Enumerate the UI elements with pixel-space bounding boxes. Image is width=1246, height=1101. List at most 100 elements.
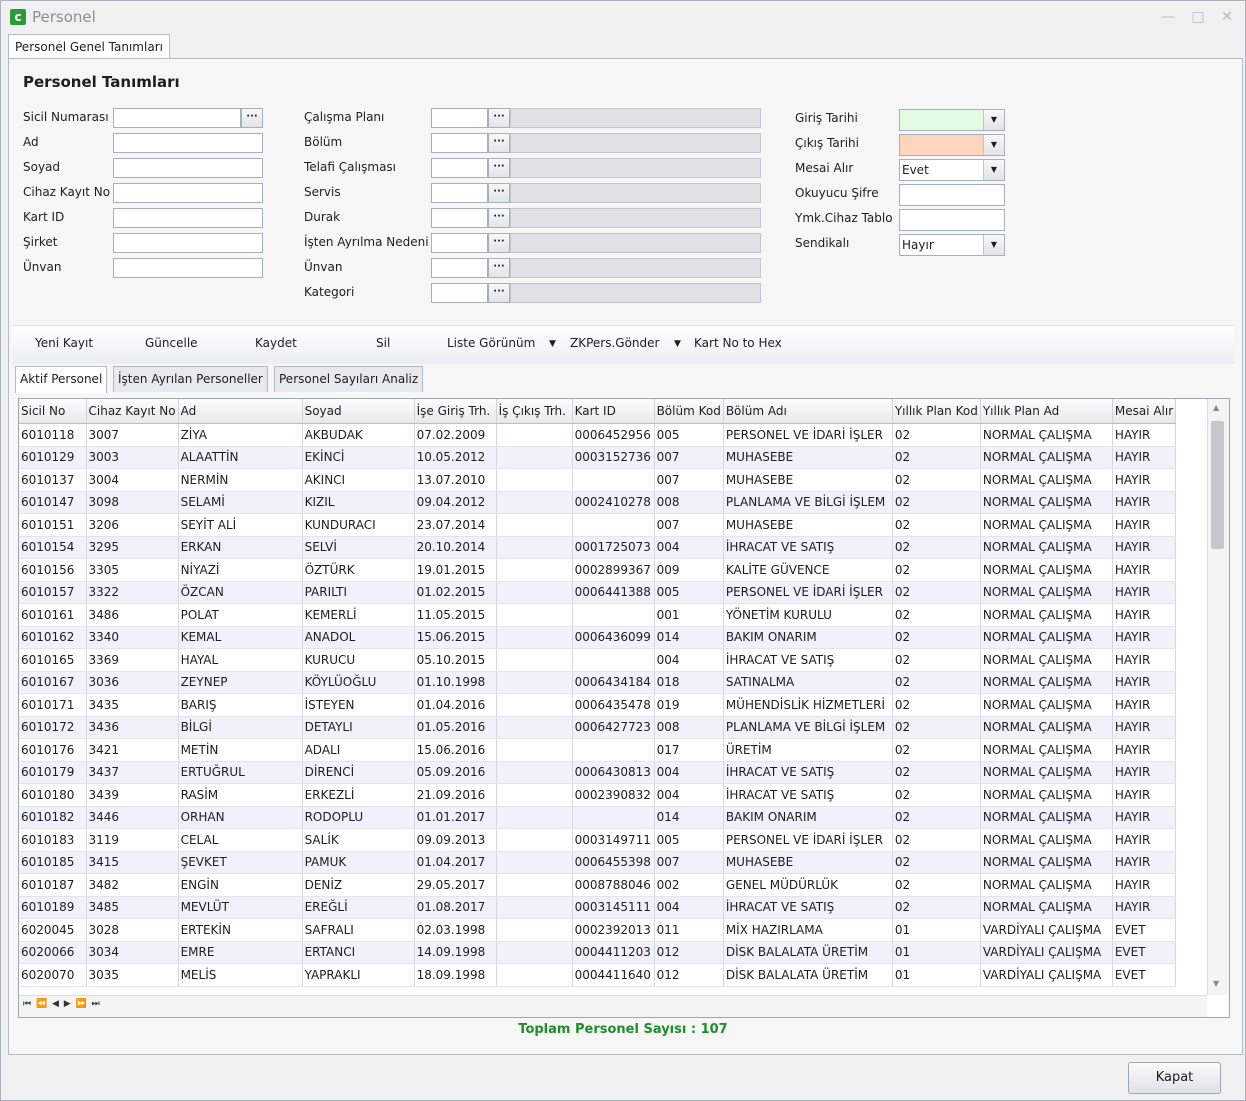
table-cell[interactable]: 07.02.2009 (414, 423, 497, 447)
table-row[interactable]: 6010165 3369 HAYAL KURUCU 05.10.2015 004 İHRAC… (19, 648, 1177, 672)
table-cell[interactable]: 3007 (86, 423, 179, 447)
vertical-scrollbar[interactable]: ▲ ▼ (1207, 399, 1229, 995)
table-cell[interactable]: NORMAL ÇALIŞMA (980, 648, 1113, 672)
table-cell[interactable]: 11.05.2015 (414, 603, 497, 627)
table-cell[interactable]: BAKIM ONARIM (723, 806, 893, 829)
table-cell[interactable]: HAYAL (178, 648, 303, 672)
table-cell[interactable]: EVET (1112, 918, 1177, 942)
table-cell[interactable]: 019 (654, 693, 724, 717)
table-cell[interactable]: NORMAL ÇALIŞMA (980, 491, 1113, 514)
table-cell[interactable]: 01 (892, 918, 981, 942)
table-row[interactable]: 6010156 3305 NİYAZİ ÖZTÜRK 19.01.2015 0002899… (19, 558, 1177, 582)
table-cell[interactable] (496, 761, 573, 784)
table-cell[interactable]: 6010183 (19, 828, 87, 852)
table-cell[interactable]: ALAATTİN (178, 446, 303, 469)
table-cell[interactable]: 3322 (86, 581, 179, 604)
form-input[interactable] (113, 208, 263, 228)
table-cell[interactable]: 005 (654, 423, 724, 447)
table-cell[interactable]: NERMİN (178, 468, 303, 492)
table-cell[interactable]: HAYIR (1112, 671, 1177, 694)
table-cell[interactable]: 09.09.2013 (414, 828, 497, 852)
table-cell[interactable]: NORMAL ÇALIŞMA (980, 581, 1113, 604)
table-cell[interactable]: EVET (1112, 941, 1177, 964)
table-cell[interactable]: 005 (654, 581, 724, 604)
table-cell[interactable]: KALİTE GÜVENCE (723, 558, 893, 582)
table-cell[interactable]: 23.07.2014 (414, 513, 497, 537)
table-cell[interactable]: 0003145111 (572, 896, 655, 919)
table-cell[interactable]: 05.09.2016 (414, 761, 497, 784)
table-cell[interactable]: 0006434184 (572, 671, 655, 694)
table-cell[interactable]: 02 (892, 558, 981, 582)
table-cell[interactable]: 15.06.2015 (414, 626, 497, 649)
table-cell[interactable] (572, 468, 655, 492)
table-cell[interactable]: 02 (892, 423, 981, 447)
table-row[interactable]: 6020045 3028 ERTEKİN SAFRALI 02.03.1998 00023… (19, 918, 1177, 942)
table-cell[interactable]: SALİK (302, 828, 415, 852)
table-row[interactable]: 6010187 3482 ENGİN DENİZ 29.05.2017 000878804… (19, 873, 1177, 897)
chevron-down-icon[interactable]: ▼ (983, 235, 1004, 255)
column-header[interactable]: İş Çıkış Trh. (496, 399, 573, 424)
table-cell[interactable]: MELİS (178, 963, 303, 987)
table-cell[interactable]: 02 (892, 693, 981, 717)
table-cell[interactable]: EREĞLİ (302, 896, 415, 919)
table-cell[interactable]: RODOPLU (302, 806, 415, 829)
table-cell[interactable]: GENEL MÜDÜRLÜK (723, 873, 893, 897)
table-cell[interactable]: YÖNETİM KURULU (723, 603, 893, 627)
table-row[interactable]: 6010118 3007 ZİYA AKBUDAK 07.02.2009 00064529… (19, 423, 1177, 447)
lookup-button[interactable]: ··· (488, 233, 510, 253)
table-cell[interactable]: KEMAL (178, 626, 303, 649)
table-cell[interactable]: NORMAL ÇALIŞMA (980, 761, 1113, 784)
column-header[interactable]: Yıllık Plan Ad (980, 399, 1113, 424)
table-cell[interactable]: NORMAL ÇALIŞMA (980, 896, 1113, 919)
table-cell[interactable]: 15.06.2016 (414, 738, 497, 762)
table-cell[interactable]: 3340 (86, 626, 179, 649)
table-cell[interactable]: 3435 (86, 693, 179, 717)
kaydet-button[interactable]: Kaydet (255, 336, 297, 350)
table-cell[interactable]: MUHASEBE (723, 468, 893, 492)
table-row[interactable]: 6010183 3119 CELAL SALİK 09.09.2013 000314971… (19, 828, 1177, 852)
table-cell[interactable]: 6010167 (19, 671, 87, 694)
table-cell[interactable]: 3206 (86, 513, 179, 537)
table-cell[interactable]: ERTEKİN (178, 918, 303, 942)
table-cell[interactable]: 02 (892, 536, 981, 559)
column-header[interactable]: Soyad (302, 399, 415, 424)
table-cell[interactable]: 3439 (86, 783, 179, 807)
table-cell[interactable]: 02 (892, 783, 981, 807)
table-cell[interactable]: MUHASEBE (723, 513, 893, 537)
table-cell[interactable]: 007 (654, 513, 724, 537)
ymk-cihaz-tablo-input[interactable] (899, 209, 1005, 231)
table-cell[interactable]: 0008788046 (572, 873, 655, 897)
table-cell[interactable]: 0003149711 (572, 828, 655, 852)
table-cell[interactable]: HAYIR (1112, 783, 1177, 807)
table-cell[interactable]: 0006455398 (572, 851, 655, 874)
table-cell[interactable]: 008 (654, 491, 724, 514)
table-cell[interactable]: CELAL (178, 828, 303, 852)
table-cell[interactable]: MUHASEBE (723, 446, 893, 469)
table-cell[interactable]: ERTANCI (302, 941, 415, 964)
table-cell[interactable]: HAYIR (1112, 446, 1177, 469)
table-cell[interactable]: NORMAL ÇALIŞMA (980, 693, 1113, 717)
table-cell[interactable]: 3369 (86, 648, 179, 672)
table-row[interactable]: 6010154 3295 ERKAN SELVİ 20.10.2014 000172507… (19, 536, 1177, 559)
table-cell[interactable]: AKINCI (302, 468, 415, 492)
table-cell[interactable]: HAYIR (1112, 603, 1177, 627)
table-cell[interactable] (496, 491, 573, 514)
table-cell[interactable]: 02 (892, 896, 981, 919)
table-cell[interactable] (496, 671, 573, 694)
table-row[interactable]: 6010129 3003 ALAATTİN EKİNCİ 10.05.2012 00031… (19, 446, 1177, 469)
table-cell[interactable]: 3098 (86, 491, 179, 514)
zkpers-dropdown-icon[interactable]: ▼ (674, 339, 681, 349)
table-cell[interactable]: 002 (654, 873, 724, 897)
table-cell[interactable]: SAFRALI (302, 918, 415, 942)
table-cell[interactable]: 0003152736 (572, 446, 655, 469)
table-cell[interactable]: PLANLAMA VE BİLGİ İŞLEM (723, 716, 893, 739)
table-cell[interactable]: 13.07.2010 (414, 468, 497, 492)
form-input[interactable] (113, 183, 263, 203)
table-cell[interactable] (572, 603, 655, 627)
table-cell[interactable]: 6020045 (19, 918, 87, 942)
table-cell[interactable]: HAYIR (1112, 873, 1177, 897)
table-cell[interactable]: 6010162 (19, 626, 87, 649)
table-cell[interactable]: 0006452956 (572, 423, 655, 447)
scroll-up-icon[interactable]: ▲ (1213, 403, 1219, 412)
table-cell[interactable]: NORMAL ÇALIŞMA (980, 513, 1113, 537)
